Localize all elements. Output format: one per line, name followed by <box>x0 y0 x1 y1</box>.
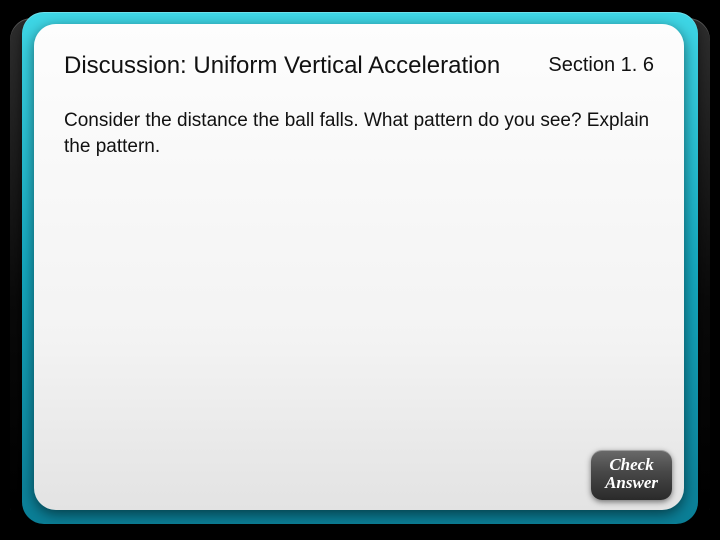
check-answer-line2: Answer <box>605 474 658 492</box>
slide-body-text: Consider the distance the ball falls. Wh… <box>64 108 654 159</box>
slide-content-card: Discussion: Uniform Vertical Acceleratio… <box>34 24 684 510</box>
slide-title: Discussion: Uniform Vertical Acceleratio… <box>64 52 500 80</box>
slide-header: Discussion: Uniform Vertical Acceleratio… <box>64 52 654 80</box>
check-answer-button[interactable]: Check Answer <box>591 450 672 500</box>
check-answer-line1: Check <box>605 456 658 474</box>
section-label: Section 1. 6 <box>548 52 654 77</box>
